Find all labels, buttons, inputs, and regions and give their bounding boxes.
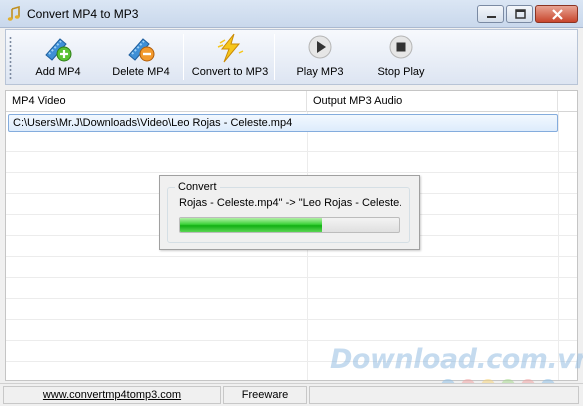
stop-play-label: Stop Play xyxy=(377,66,425,78)
close-button[interactable] xyxy=(535,5,578,23)
delete-mp4-button[interactable]: Delete MP4 xyxy=(106,30,176,84)
minimize-icon xyxy=(487,16,496,18)
table-row[interactable]: C:\Users\Mr.J\Downloads\Video\Leo Rojas … xyxy=(8,114,558,132)
stop-icon xyxy=(389,35,413,59)
download-watermark: Download.com.vn xyxy=(330,344,583,375)
mp4-video-cell: C:\Users\Mr.J\Downloads\Video\Leo Rojas … xyxy=(13,117,293,129)
website-link[interactable]: www.convertmp4tomp3.com xyxy=(43,389,181,401)
add-mp4-button[interactable]: Add MP4 xyxy=(26,30,90,84)
music-note-icon xyxy=(7,6,20,21)
status-bar: www.convertmp4tomp3.com Freeware xyxy=(0,383,583,406)
toolbar-grip[interactable] xyxy=(9,36,12,80)
play-mp3-button[interactable]: Play MP3 xyxy=(288,30,352,84)
close-icon xyxy=(552,9,563,20)
convert-group xyxy=(167,187,410,243)
progress-bar xyxy=(179,217,400,233)
app-window: Convert MP4 to MP3 Add MP4 Delete MP4 Co… xyxy=(0,0,583,406)
film-add-icon xyxy=(45,38,72,62)
license-status: Freeware xyxy=(223,386,307,404)
column-header-filler xyxy=(558,91,577,112)
convert-progress-dialog: Convert Rojas - Celeste.mp4" -> "Leo Roj… xyxy=(159,175,420,250)
grid-line xyxy=(6,172,577,173)
progress-bar-fill xyxy=(180,218,323,232)
maximize-button[interactable] xyxy=(506,5,533,23)
grid-line xyxy=(6,151,577,152)
delete-mp4-label: Delete MP4 xyxy=(112,66,170,78)
stop-play-button[interactable]: Stop Play xyxy=(368,30,434,84)
status-empty-pane xyxy=(309,386,579,404)
play-icon xyxy=(308,35,332,59)
convert-group-title: Convert xyxy=(175,181,220,193)
maximize-icon xyxy=(515,9,526,19)
column-header-output-mp3[interactable]: Output MP3 Audio xyxy=(307,91,558,112)
film-delete-icon xyxy=(128,38,155,62)
grid-line xyxy=(6,340,577,341)
title-bar[interactable]: Convert MP4 to MP3 xyxy=(0,0,583,28)
grid-line xyxy=(6,277,577,278)
status-url-pane: www.convertmp4tomp3.com xyxy=(3,386,221,404)
toolbar-separator xyxy=(274,34,275,80)
list-header: MP4 Video Output MP3 Audio xyxy=(6,91,577,112)
toolbar-separator xyxy=(183,34,184,80)
grid-line xyxy=(6,319,577,320)
lightning-icon xyxy=(217,33,244,63)
convert-to-mp3-button[interactable]: Convert to MP3 xyxy=(190,30,270,84)
toolbar: Add MP4 Delete MP4 Convert to MP3 Play M… xyxy=(5,29,578,85)
convert-status-message: Rojas - Celeste.mp4" -> "Leo Rojas - Cel… xyxy=(179,197,401,209)
column-header-mp4-video[interactable]: MP4 Video xyxy=(6,91,307,112)
grid-line xyxy=(6,298,577,299)
add-mp4-label: Add MP4 xyxy=(35,66,81,78)
play-mp3-label: Play MP3 xyxy=(296,66,344,78)
convert-to-mp3-label: Convert to MP3 xyxy=(191,66,269,78)
window-title: Convert MP4 to MP3 xyxy=(27,7,139,21)
grid-line xyxy=(6,256,577,257)
minimize-button[interactable] xyxy=(477,5,504,23)
